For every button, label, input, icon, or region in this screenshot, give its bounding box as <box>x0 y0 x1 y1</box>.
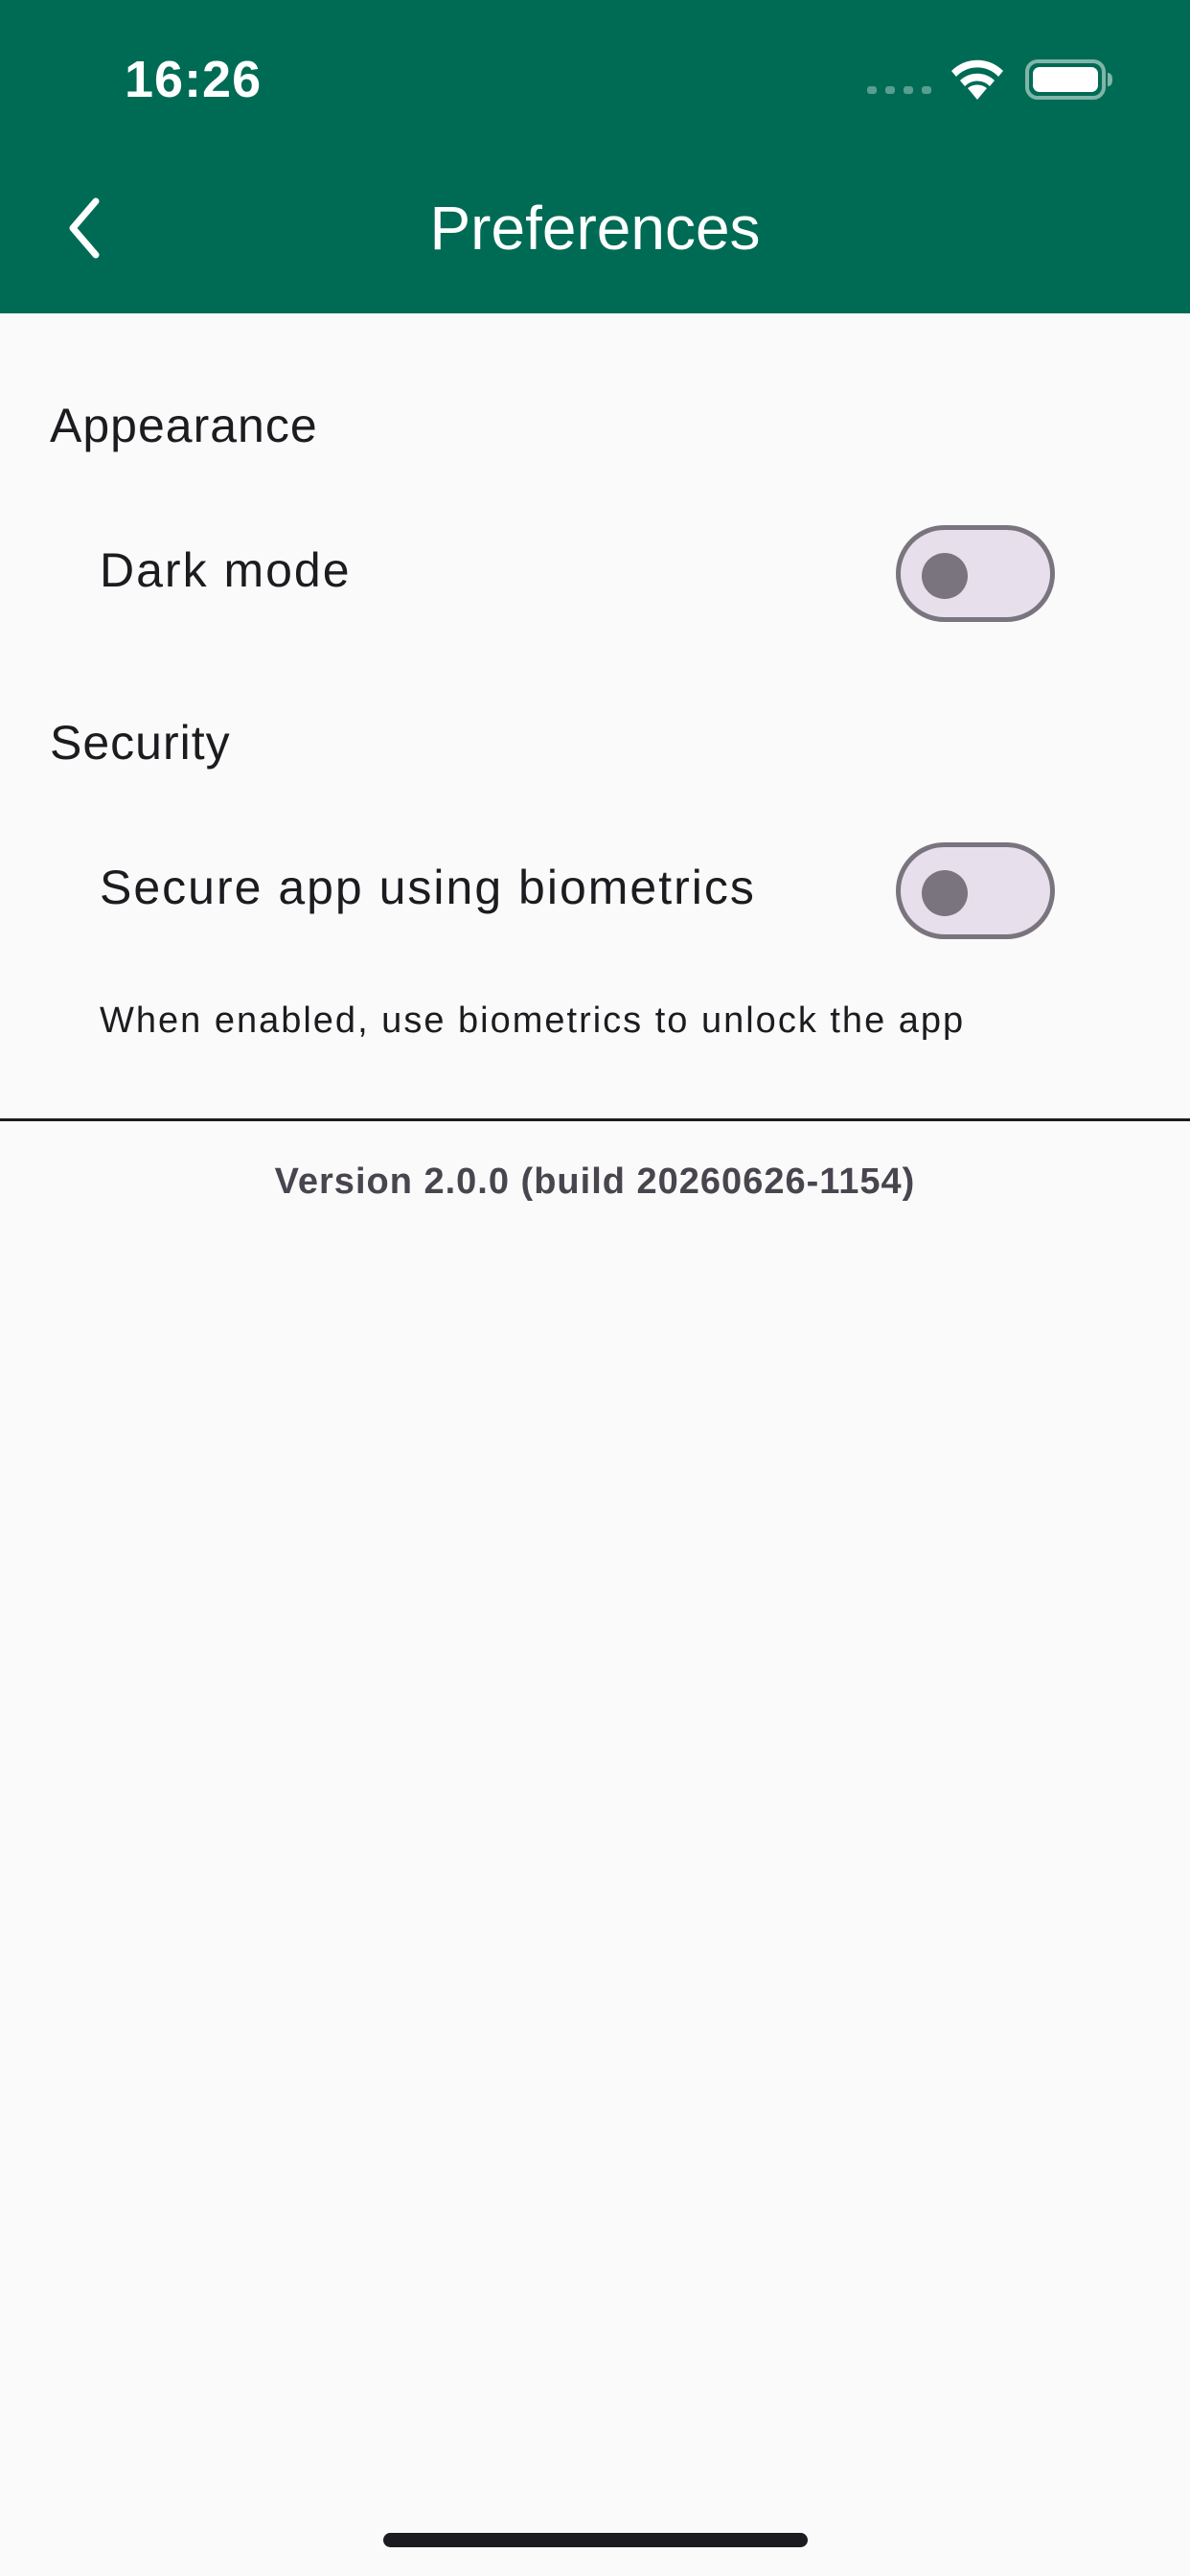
app-bar: 16:26 Preferences <box>0 0 1190 313</box>
dark-mode-label: Dark mode <box>100 543 352 597</box>
switch-thumb <box>922 870 968 916</box>
switch-thumb <box>922 553 968 599</box>
dark-mode-switch[interactable] <box>896 525 1055 622</box>
wifi-icon <box>951 59 1003 100</box>
biometrics-description: When enabled, use biometrics to unlock t… <box>100 1000 966 1041</box>
version-text: Version 2.0.0 (build 20260626-1154) <box>274 1162 916 1202</box>
biometrics-label: Secure app using biometrics <box>100 861 756 914</box>
divider <box>0 1118 1190 1121</box>
signal-icon <box>867 86 931 94</box>
page-title: Preferences <box>429 194 761 263</box>
biometrics-switch[interactable] <box>896 842 1055 939</box>
setting-row-dark-mode[interactable]: Dark mode <box>0 508 1190 632</box>
status-time: 16:26 <box>125 51 263 108</box>
home-indicator[interactable] <box>383 2533 808 2547</box>
section-header-appearance: Appearance <box>50 399 318 452</box>
setting-row-biometrics[interactable]: Secure app using biometrics <box>0 825 1190 950</box>
battery-icon <box>1025 59 1112 100</box>
section-header-security: Security <box>50 716 231 770</box>
